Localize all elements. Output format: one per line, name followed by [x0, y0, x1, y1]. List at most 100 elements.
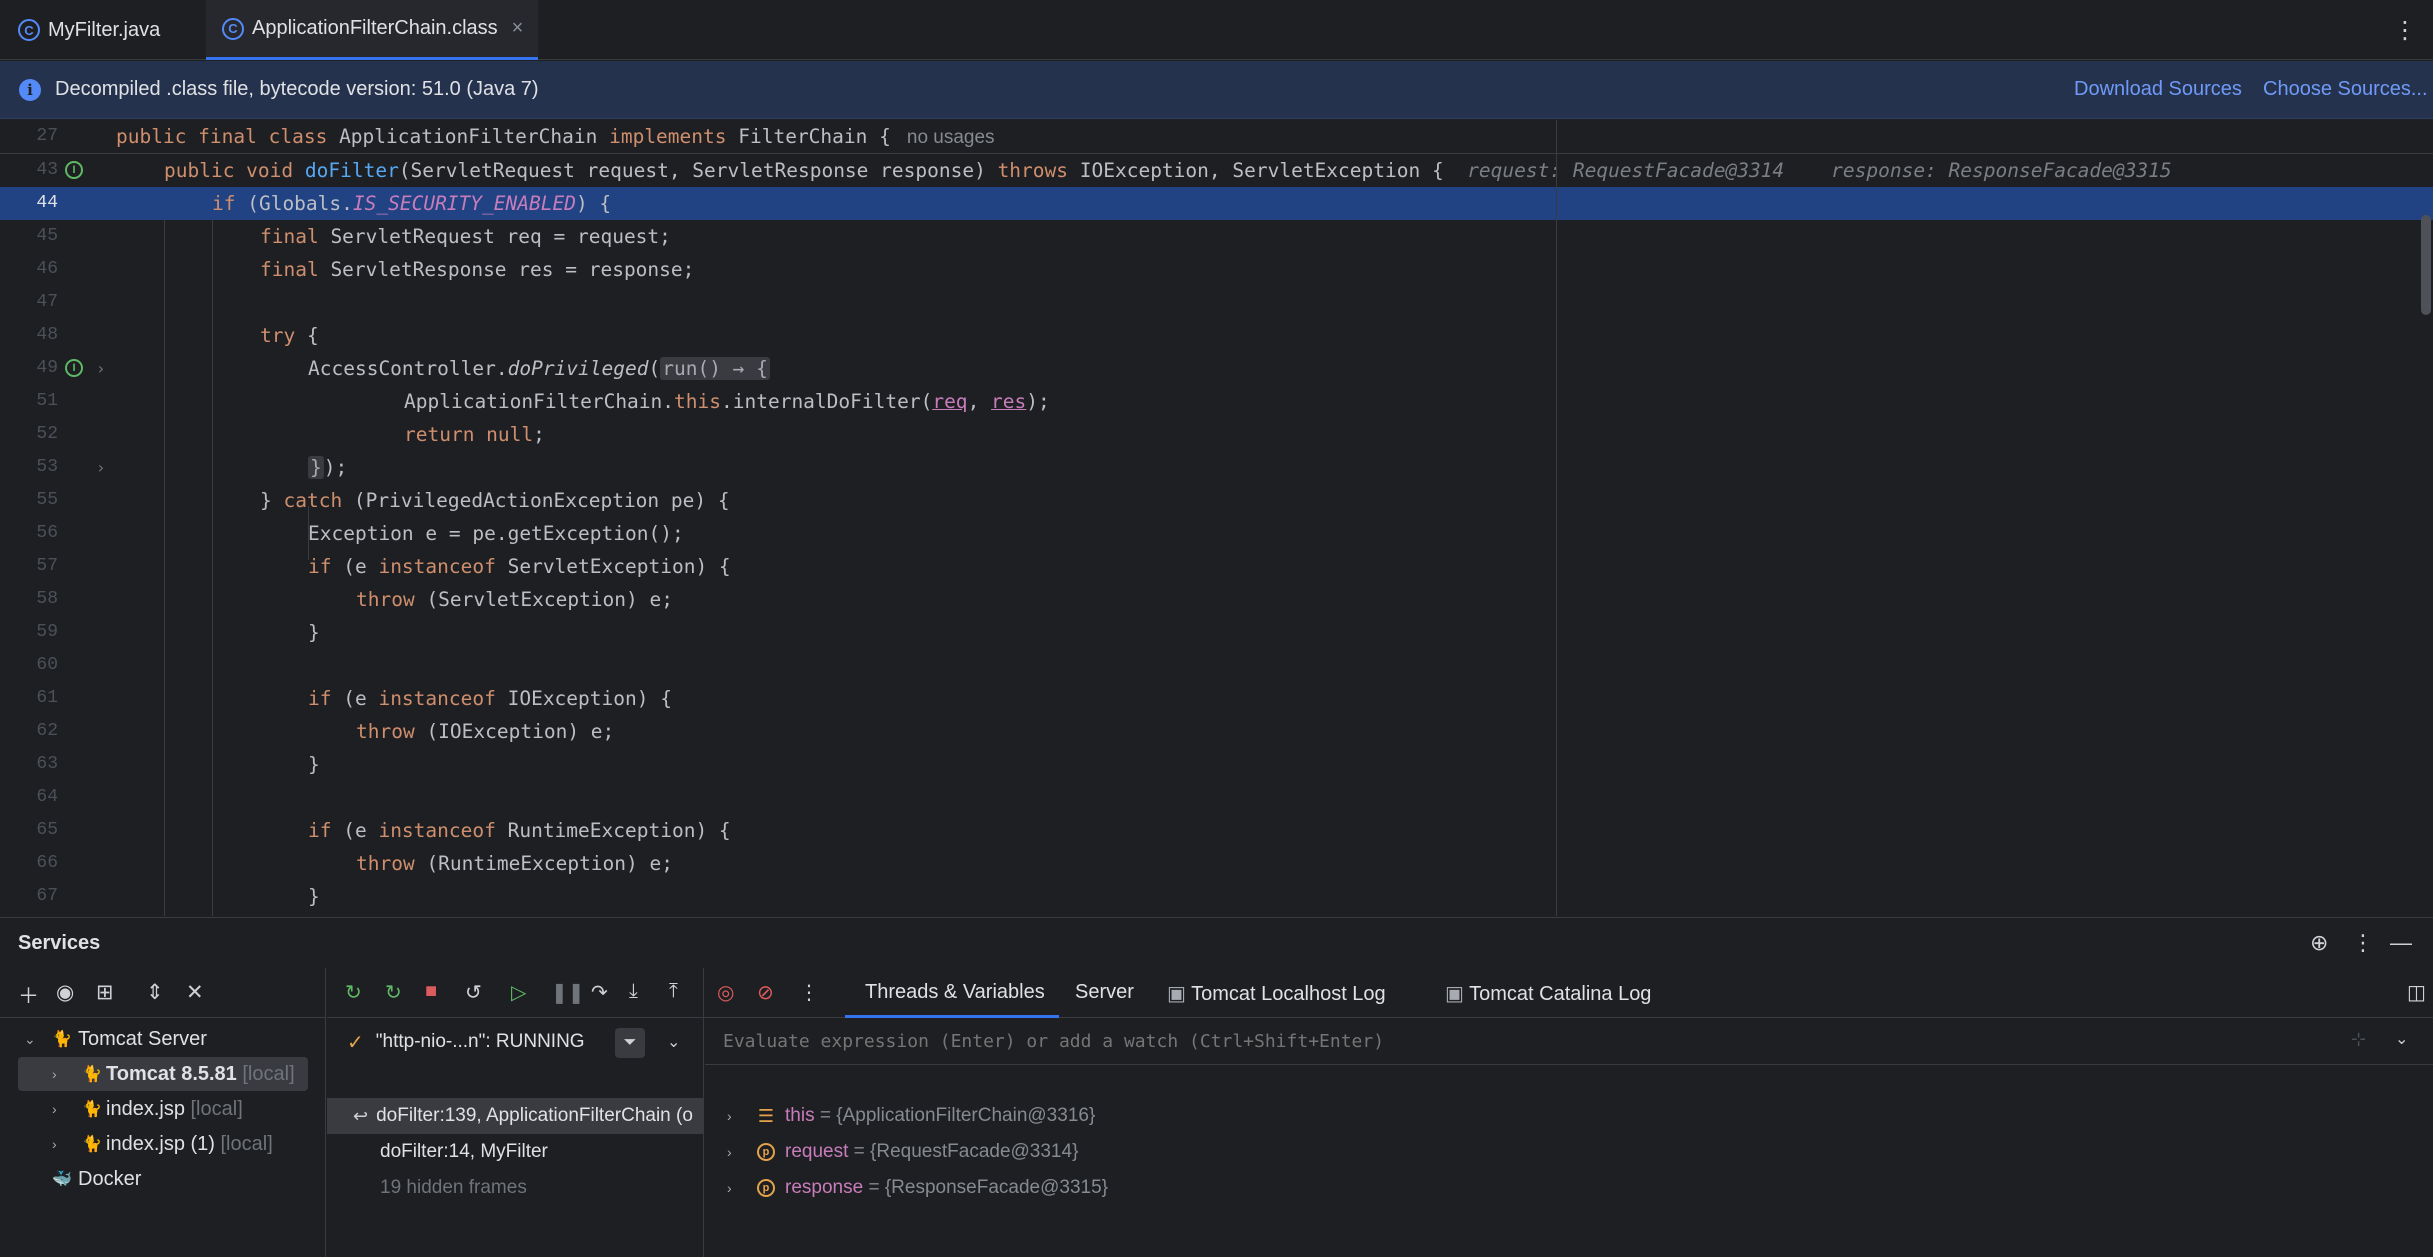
line-number: 64: [36, 787, 58, 807]
tab-threads-variables[interactable]: Threads & Variables: [865, 981, 1045, 1004]
expand-all-icon[interactable]: ⇕: [146, 980, 164, 1005]
tree-item-index-jsp[interactable]: › 🐈 index.jsp [local]: [0, 1092, 326, 1126]
line-number: 45: [36, 226, 58, 246]
choose-sources-link[interactable]: Choose Sources...: [2263, 78, 2428, 101]
services-panel: Services ⊕ ⋮ — ＋ ◉ ⊞ ⇕ ✕ ⌄ 🐈 Tomcat Serv…: [0, 917, 2433, 1257]
tomcat-icon: 🐈: [82, 1101, 102, 1118]
code-line[interactable]: 64: [0, 781, 2433, 814]
chevron-down-icon[interactable]: ⌄: [24, 1031, 36, 1048]
chevron-right-icon[interactable]: ›: [52, 1136, 57, 1152]
tab-tomcat-localhost-log[interactable]: ▣ Tomcat Localhost Log: [1167, 981, 1386, 1006]
code-line[interactable]: 62 throw (IOException) e;: [0, 715, 2433, 748]
evaluate-expression-input[interactable]: [723, 1031, 2323, 1052]
sticky-line[interactable]: 43 I public void doFilter(ServletRequest…: [0, 154, 2433, 187]
code-line[interactable]: 66 throw (RuntimeException) e;: [0, 847, 2433, 880]
editor-scrollbar-thumb[interactable]: [2421, 215, 2431, 315]
line-number: 66: [36, 853, 58, 873]
filter-icon[interactable]: ⏷: [615, 1028, 645, 1058]
chevron-right-icon[interactable]: ›: [727, 1108, 732, 1124]
code-line[interactable]: 57 if (e instanceof ServletException) {: [0, 550, 2433, 583]
docker-icon: 🐳: [52, 1171, 72, 1188]
hidden-frames[interactable]: 19 hidden frames: [327, 1170, 704, 1206]
tab-label: ApplicationFilterChain.class: [252, 17, 498, 39]
layout-icon[interactable]: ◫: [2407, 980, 2426, 1005]
view-breakpoints-icon[interactable]: ◎: [717, 980, 734, 1005]
field-list-icon: ☰: [757, 1105, 775, 1126]
tree-item-docker[interactable]: 🐳 Docker: [0, 1162, 326, 1196]
chevron-right-icon[interactable]: ›: [727, 1180, 732, 1196]
code-line[interactable]: 60: [0, 649, 2433, 682]
code-line[interactable]: 67 }: [0, 880, 2433, 913]
code-line[interactable]: 63 }: [0, 748, 2433, 781]
stack-frame-selected[interactable]: ↩ doFilter:139, ApplicationFilterChain (…: [327, 1098, 704, 1134]
minimize-icon[interactable]: —: [2390, 930, 2412, 956]
fold-chevron-icon[interactable]: ›: [96, 352, 106, 385]
chevron-right-icon[interactable]: ›: [52, 1101, 57, 1117]
chevron-right-icon[interactable]: ›: [52, 1066, 57, 1082]
code-line[interactable]: 56 Exception e = pe.getException();: [0, 517, 2433, 550]
code-line[interactable]: 65 if (e instanceof RuntimeException) {: [0, 814, 2433, 847]
line-number: 65: [36, 820, 58, 840]
code-text: public void doFilter(ServletRequest requ…: [164, 159, 2172, 182]
collapse-all-icon[interactable]: ✕: [186, 980, 204, 1005]
code-editor[interactable]: 27 public final class ApplicationFilterC…: [0, 120, 2433, 916]
add-watch-icon[interactable]: ⊹: [2351, 1029, 2366, 1050]
services-header: Services ⊕ ⋮ —: [0, 918, 2433, 968]
tab-tomcat-catalina-log[interactable]: ▣ Tomcat Catalina Log: [1445, 981, 1651, 1006]
add-icon[interactable]: ＋: [18, 980, 39, 1010]
implements-method-icon[interactable]: I: [65, 359, 83, 377]
new-group-icon[interactable]: ⊞: [96, 980, 114, 1005]
line-number: 53: [36, 457, 58, 477]
more-vertical-icon[interactable]: ⋮: [799, 980, 819, 1005]
tree-item-tomcat-8581[interactable]: › 🐈 Tomcat 8.5.81 [local]: [18, 1057, 308, 1091]
tab-myfilter-java[interactable]: C MyFilter.java: [18, 0, 160, 60]
crosshair-icon[interactable]: ⊕: [2310, 930, 2328, 956]
code-line[interactable]: 51 ApplicationFilterChain.this.internalD…: [0, 385, 2433, 418]
eye-icon[interactable]: ◉: [56, 980, 74, 1005]
download-sources-link[interactable]: Download Sources: [2074, 78, 2242, 101]
chevron-right-icon[interactable]: ›: [727, 1144, 732, 1160]
console-icon: ▣: [1445, 983, 1464, 1005]
tab-applicationfilterchain-class[interactable]: C ApplicationFilterChain.class ×: [206, 0, 538, 60]
checkmark-icon: ✓: [347, 1031, 364, 1054]
tomcat-icon: 🐈: [52, 1031, 72, 1048]
code-line[interactable]: 58 throw (ServletException) e;: [0, 583, 2433, 616]
code-text: } catch (PrivilegedActionException pe) {: [260, 489, 730, 512]
code-line[interactable]: 48 try {: [0, 319, 2433, 352]
tab-label: MyFilter.java: [48, 18, 161, 41]
code-text: throw (IOException) e;: [356, 720, 615, 743]
thread-selector[interactable]: ✓ "http-nio-...n": RUNNING ⏷ ⌄: [327, 1019, 704, 1065]
code-line[interactable]: 53 › });: [0, 451, 2433, 484]
line-number: 57: [36, 556, 58, 576]
sticky-line[interactable]: 27 public final class ApplicationFilterC…: [0, 120, 2433, 153]
code-line[interactable]: 47: [0, 286, 2433, 319]
tree-item-tomcat-server[interactable]: ⌄ 🐈 Tomcat Server: [0, 1022, 326, 1056]
fold-chevron-icon[interactable]: ›: [96, 451, 106, 484]
more-vertical-icon[interactable]: ⋮: [2352, 930, 2374, 956]
code-line[interactable]: 52 return null;: [0, 418, 2433, 451]
stack-frame[interactable]: doFilter:14, MyFilter: [327, 1134, 704, 1170]
chevron-down-icon[interactable]: ⌄: [667, 1032, 680, 1052]
line-number: 58: [36, 589, 58, 609]
tree-item-index-jsp-1[interactable]: › 🐈 index.jsp (1) [local]: [0, 1127, 326, 1161]
code-line[interactable]: 59 }: [0, 616, 2433, 649]
code-line[interactable]: 55 } catch (PrivilegedActionException pe…: [0, 484, 2433, 517]
mute-breakpoints-icon[interactable]: ⊘: [757, 980, 774, 1005]
line-number: 62: [36, 721, 58, 741]
close-icon[interactable]: ×: [512, 17, 524, 40]
services-tree-toolbar: ＋ ◉ ⊞ ⇕ ✕: [0, 968, 326, 1018]
code-line[interactable]: 49 I › AccessController.doPrivileged(run…: [0, 352, 2433, 385]
code-line[interactable]: 61 if (e instanceof IOException) {: [0, 682, 2433, 715]
tab-server[interactable]: Server: [1075, 981, 1134, 1004]
code-line[interactable]: 45 final ServletRequest req = request;: [0, 220, 2433, 253]
code-text: final ServletRequest req = request;: [260, 225, 671, 248]
line-number: 48: [36, 325, 58, 345]
variable-row-text: request = {RequestFacade@3314}: [785, 1141, 1079, 1162]
implements-method-icon[interactable]: I: [65, 161, 83, 179]
code-line-highlighted[interactable]: 44 if (Globals.IS_SECURITY_ENABLED) {: [0, 187, 2433, 220]
line-number: 60: [36, 655, 58, 675]
parameter-icon: p: [757, 1143, 775, 1161]
more-vertical-icon[interactable]: ⋮: [2393, 16, 2417, 45]
chevron-down-icon[interactable]: ⌄: [2395, 1029, 2408, 1049]
code-line[interactable]: 46 final ServletResponse res = response;: [0, 253, 2433, 286]
